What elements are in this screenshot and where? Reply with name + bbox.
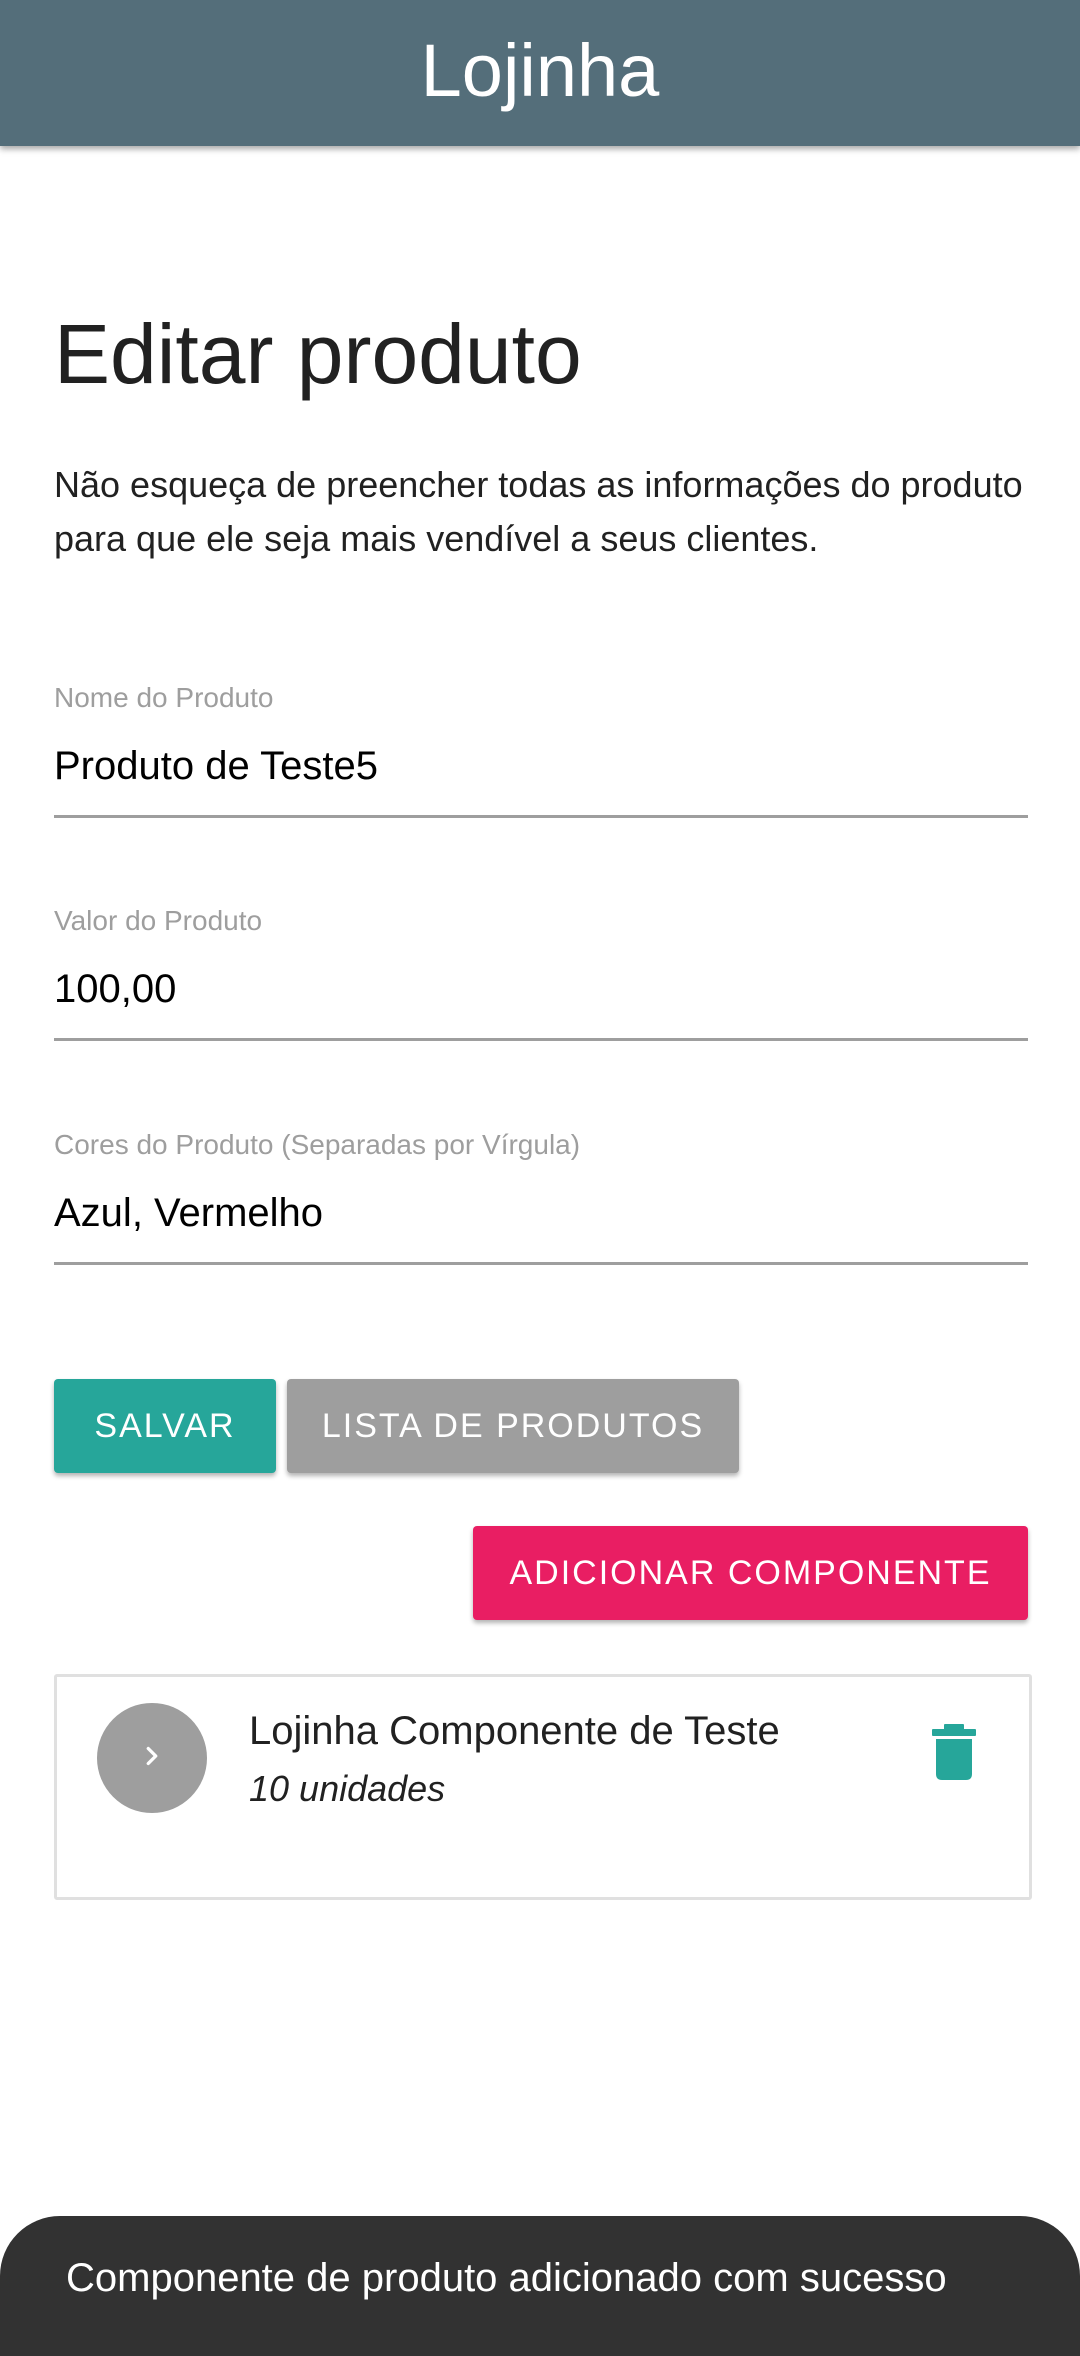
add-component-button[interactable]: ADICIONAR COMPONENTE bbox=[473, 1526, 1028, 1620]
component-expand-button[interactable] bbox=[97, 1703, 207, 1813]
product-name-input[interactable] bbox=[54, 736, 1028, 796]
product-colors-field: Cores do Produto (Separadas por Vírgula) bbox=[54, 1131, 1028, 1281]
product-price-input[interactable] bbox=[54, 959, 1028, 1019]
product-price-underline bbox=[54, 1038, 1028, 1041]
product-price-label: Valor do Produto bbox=[54, 905, 263, 936]
product-colors-underline bbox=[54, 1262, 1028, 1265]
chevron-right-icon bbox=[137, 1741, 167, 1776]
product-name-field: Nome do Produto bbox=[54, 684, 1028, 834]
save-button[interactable]: SALVAR bbox=[54, 1379, 276, 1473]
product-price-field: Valor do Produto bbox=[54, 907, 1028, 1057]
product-colors-label: Cores do Produto (Separadas por Vírgula) bbox=[54, 1129, 581, 1160]
product-colors-input[interactable] bbox=[54, 1183, 1028, 1243]
trash-icon[interactable] bbox=[930, 1724, 978, 1780]
snackbar: Componente de produto adicionado com suc… bbox=[0, 2216, 1080, 2356]
page-description: Não esqueça de preencher todas as inform… bbox=[54, 464, 1023, 559]
page-title: Editar produto bbox=[54, 307, 582, 401]
component-quantity: 10 unidades bbox=[249, 1768, 446, 1809]
product-name-underline bbox=[54, 815, 1028, 818]
component-name: Lojinha Componente de Teste bbox=[249, 1709, 780, 1753]
app-title: Lojinha bbox=[420, 29, 660, 112]
app-bar: Lojinha bbox=[0, 0, 1080, 146]
product-name-label: Nome do Produto bbox=[54, 682, 274, 713]
snackbar-message: Componente de produto adicionado com suc… bbox=[66, 2256, 947, 2300]
component-list-item: Lojinha Componente de Teste 10 unidades bbox=[54, 1674, 1032, 1900]
product-list-button[interactable]: LISTA DE PRODUTOS bbox=[287, 1379, 739, 1473]
